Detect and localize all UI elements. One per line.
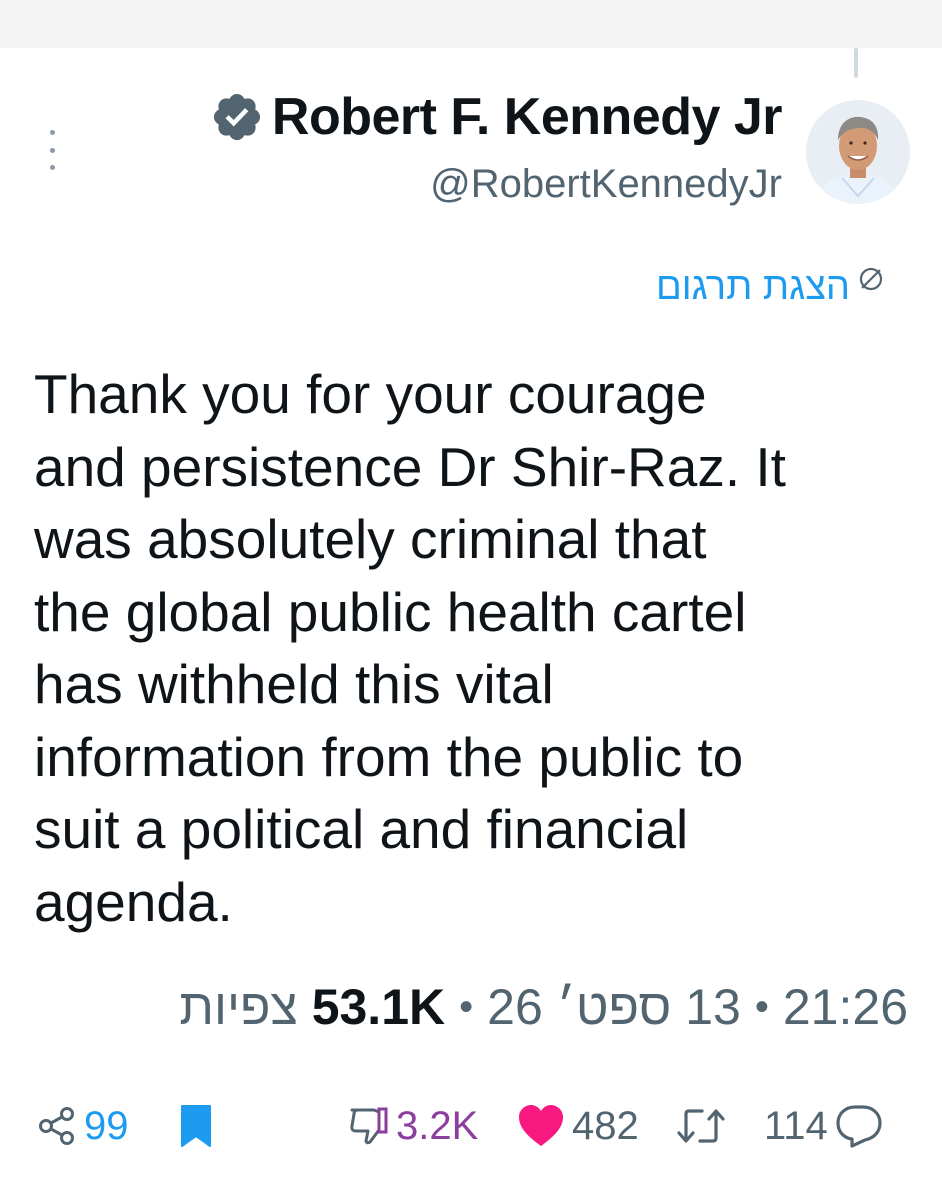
- more-vertical-icon: [49, 130, 55, 135]
- views-label: צפיות: [179, 979, 298, 1035]
- tweet-meta: צפיות 53.1K • 13 ספט׳ 26 • 21:26: [179, 978, 908, 1036]
- thread-line: [854, 48, 858, 78]
- author-name-row[interactable]: Robert F. Kennedy Jr: [210, 82, 783, 152]
- like-count: 482: [572, 1103, 639, 1148]
- reply-button[interactable]: 114: [764, 1098, 884, 1154]
- share-icon: [36, 1105, 78, 1147]
- top-bar: [0, 0, 942, 48]
- retweet-button[interactable]: [676, 1098, 726, 1154]
- globe-icon: [856, 264, 886, 294]
- bookmark-icon: [178, 1102, 214, 1150]
- reply-icon: [834, 1103, 884, 1149]
- meta-separator: •: [459, 984, 474, 1029]
- tweet-actions: 99 3.2K 482 114: [36, 1098, 906, 1154]
- more-options-button[interactable]: [40, 130, 64, 170]
- share-count: 99: [84, 1103, 129, 1148]
- views-group[interactable]: צפיות 53.1K: [179, 978, 445, 1036]
- retweet-icon: [676, 1104, 726, 1148]
- meta-separator: •: [754, 984, 769, 1029]
- dislike-icon: [346, 1104, 390, 1148]
- share-button[interactable]: 99: [36, 1098, 129, 1154]
- show-translation-label[interactable]: הצגת תרגום: [656, 266, 850, 309]
- avatar[interactable]: [806, 100, 910, 204]
- author-display-name[interactable]: Robert F. Kennedy Jr: [272, 87, 783, 147]
- show-translation-link[interactable]: הצגת תרגום: [656, 266, 886, 309]
- bookmark-button[interactable]: [178, 1098, 214, 1154]
- tweet-text: Thank you for your courage and persisten…: [34, 363, 786, 933]
- heart-icon: [516, 1103, 566, 1149]
- dislike-button[interactable]: 3.2K: [346, 1098, 478, 1154]
- more-vertical-icon-dot: [49, 165, 55, 170]
- more-vertical-icon-dot: [49, 147, 55, 153]
- tweet-date[interactable]: 13 ספט׳ 26: [487, 978, 741, 1036]
- views-count: 53.1K: [311, 979, 446, 1035]
- like-button[interactable]: 482: [516, 1098, 639, 1154]
- dislike-count: 3.2K: [396, 1103, 479, 1148]
- retweet-count: 114: [764, 1103, 828, 1148]
- verified-badge-icon: [210, 90, 264, 144]
- tweet-time[interactable]: 21:26: [783, 978, 908, 1036]
- author-handle[interactable]: @RobertKennedyJr: [430, 162, 782, 207]
